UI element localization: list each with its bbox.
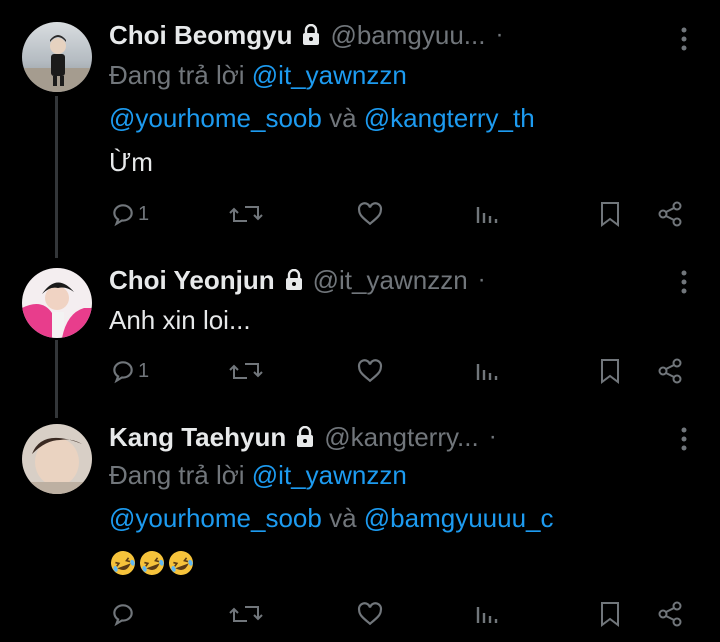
like-icon xyxy=(357,359,383,383)
tweet-emoji-text xyxy=(109,546,196,577)
retweet-button[interactable] xyxy=(229,198,263,230)
retweet-icon xyxy=(229,206,263,222)
share-button[interactable] xyxy=(656,598,684,630)
views-icon xyxy=(476,607,498,623)
mention-link[interactable]: @yourhome_soob xyxy=(109,503,322,533)
and-label: và xyxy=(321,503,364,533)
reply-button[interactable] xyxy=(110,598,138,630)
reply-count: 1 xyxy=(138,359,150,382)
user-handle[interactable]: @kangterry... xyxy=(324,422,479,453)
share-icon xyxy=(658,201,682,227)
rofl-emoji-icon xyxy=(138,549,166,577)
share-icon xyxy=(658,358,682,384)
tweet-text: Ừm xyxy=(109,147,153,177)
views-icon xyxy=(476,207,498,223)
like-icon xyxy=(357,202,383,226)
like-button[interactable] xyxy=(356,598,384,630)
tweet-header: Choi Yeonjun @it_yawnzzn · xyxy=(109,263,486,297)
share-button[interactable] xyxy=(656,198,684,230)
bookmark-icon xyxy=(601,359,619,384)
user-handle[interactable]: @bamgyuu... xyxy=(330,20,485,51)
bookmark-button[interactable] xyxy=(598,198,622,230)
reply-button[interactable]: 1 xyxy=(110,198,149,230)
retweet-icon xyxy=(229,363,263,379)
mention-link[interactable]: @kangterry_th xyxy=(364,103,535,133)
display-name[interactable]: Kang Taehyun xyxy=(109,422,286,453)
avatar[interactable] xyxy=(22,22,92,92)
tweet-header: Kang Taehyun @kangterry... · xyxy=(109,420,497,454)
mention-link[interactable]: @it_yawnzzn xyxy=(252,460,407,490)
views-button[interactable] xyxy=(474,598,500,630)
rofl-emoji-icon xyxy=(167,549,195,577)
like-button[interactable] xyxy=(356,198,384,230)
tweet-actions xyxy=(0,598,720,630)
and-label: và xyxy=(321,103,364,133)
more-icon[interactable] xyxy=(672,24,696,54)
separator-dot: · xyxy=(488,423,497,450)
reply-icon xyxy=(113,604,133,627)
tweet-text: Anh xin loi... xyxy=(109,305,251,335)
views-button[interactable] xyxy=(474,355,500,387)
replying-to-line: Đang trả lời @it_yawnzzn xyxy=(109,460,407,491)
mention-link[interactable]: @it_yawnzzn xyxy=(252,60,407,90)
bookmark-icon xyxy=(601,602,619,627)
replying-to-line: @yourhome_soob và @bamgyuuuu_c xyxy=(109,503,554,534)
bookmark-button[interactable] xyxy=(598,355,622,387)
display-name[interactable]: Choi Beomgyu xyxy=(109,20,292,51)
like-button[interactable] xyxy=(356,355,384,387)
tweet-actions: 1 xyxy=(0,198,720,230)
separator-dot: · xyxy=(495,21,504,48)
bookmark-button[interactable] xyxy=(598,598,622,630)
tweet-choi-beomgyu[interactable]: Choi Beomgyu @bamgyuu... · Đang trả lời … xyxy=(0,0,720,250)
separator-dot: · xyxy=(477,266,486,293)
rofl-emoji-icon xyxy=(109,549,137,577)
avatar[interactable] xyxy=(22,268,92,338)
share-icon xyxy=(658,601,682,627)
tweet-kang-taehyun[interactable]: Kang Taehyun @kangterry... · Đang trả lờ… xyxy=(0,410,720,642)
bookmark-icon xyxy=(601,202,619,227)
replying-to-line: @yourhome_soob và @kangterry_th xyxy=(109,103,535,134)
lock-icon xyxy=(285,268,303,291)
retweet-icon xyxy=(229,606,263,622)
tweet-actions: 1 xyxy=(0,355,720,387)
user-handle[interactable]: @it_yawnzzn xyxy=(313,265,468,296)
reply-icon xyxy=(113,204,133,227)
mention-link[interactable]: @bamgyuuuu_c xyxy=(364,503,554,533)
more-icon[interactable] xyxy=(672,267,696,297)
retweet-button[interactable] xyxy=(229,598,263,630)
retweet-button[interactable] xyxy=(229,355,263,387)
lock-icon xyxy=(302,23,320,46)
more-icon[interactable] xyxy=(672,424,696,454)
reply-count: 1 xyxy=(138,202,150,225)
reply-icon xyxy=(113,361,133,384)
mention-link[interactable]: @yourhome_soob xyxy=(109,103,322,133)
reply-button[interactable]: 1 xyxy=(110,355,149,387)
avatar[interactable] xyxy=(22,424,92,494)
views-button[interactable] xyxy=(474,198,500,230)
lock-icon xyxy=(296,425,314,448)
replying-to-label: Đang trả lời xyxy=(109,60,252,90)
tweet-header: Choi Beomgyu @bamgyuu... · xyxy=(109,18,503,52)
tweet-choi-yeonjun[interactable]: Choi Yeonjun @it_yawnzzn · Anh xin loi..… xyxy=(0,250,720,410)
replying-to-label: Đang trả lời xyxy=(109,460,252,490)
replying-to-line: Đang trả lời @it_yawnzzn xyxy=(109,60,407,91)
display-name[interactable]: Choi Yeonjun xyxy=(109,265,275,296)
like-icon xyxy=(357,602,383,626)
views-icon xyxy=(476,364,498,380)
share-button[interactable] xyxy=(656,355,684,387)
